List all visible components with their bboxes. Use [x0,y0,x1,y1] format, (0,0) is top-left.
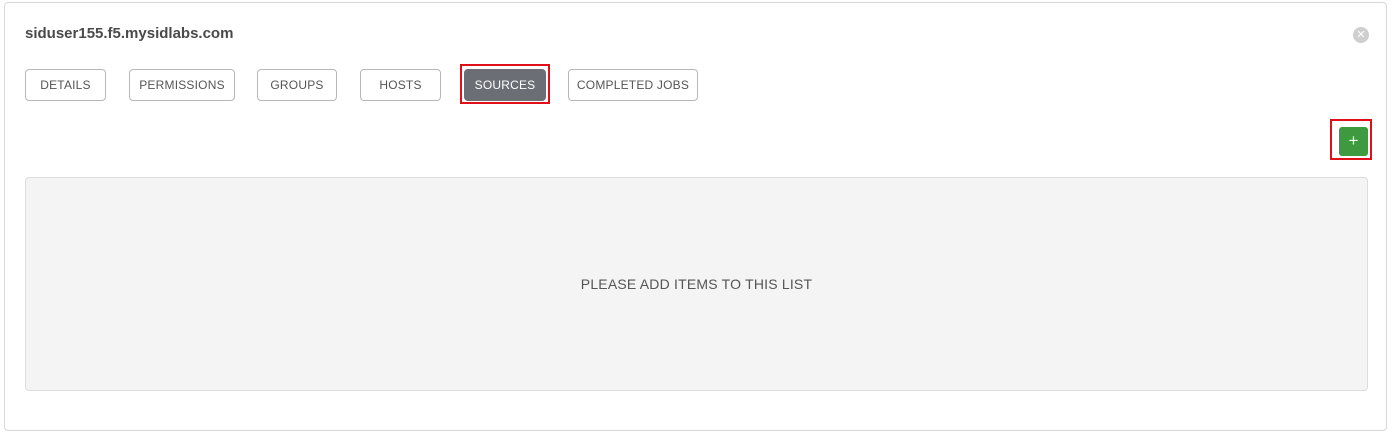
close-icon[interactable]: ✕ [1353,27,1369,43]
tab-completed-jobs[interactable]: COMPLETED JOBS [568,69,698,101]
inventory-panel: siduser155.f5.mysidlabs.com ✕ DETAILS PE… [4,2,1387,431]
tab-details[interactable]: DETAILS [25,69,106,101]
panel-title: siduser155.f5.mysidlabs.com [25,25,234,42]
tab-sources[interactable]: SOURCES [464,69,546,101]
tab-permissions[interactable]: PERMISSIONS [129,69,235,101]
sources-list: PLEASE ADD ITEMS TO THIS LIST [25,177,1368,391]
tab-hosts[interactable]: HOSTS [360,69,441,101]
tab-groups[interactable]: GROUPS [257,69,337,101]
empty-list-message: PLEASE ADD ITEMS TO THIS LIST [580,276,813,292]
add-source-button[interactable]: + [1339,127,1368,156]
